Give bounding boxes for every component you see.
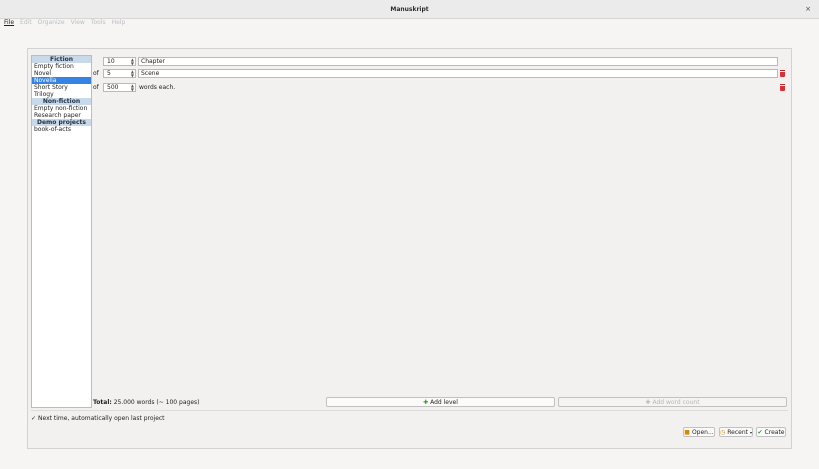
check-icon: ✔ (757, 428, 763, 436)
menu-file[interactable]: File (4, 19, 14, 29)
recent-button[interactable]: ◷ Recent ▾ (719, 427, 753, 437)
total-value: 25.000 words (~ 100 pages) (113, 399, 200, 406)
auto-open-label: Next time, automatically open last proje… (38, 415, 165, 422)
window-title: Manuskript (390, 6, 429, 13)
total-title: Total: (93, 399, 112, 406)
create-button[interactable]: ✔ Create (756, 427, 786, 437)
add-level-button[interactable]: ✚ Add level (326, 397, 555, 407)
delete-word-count-icon[interactable] (779, 84, 786, 91)
words-prefix: of (93, 83, 99, 91)
level-count-value: 5 (107, 69, 111, 77)
level-row-2: of 5 ▲ ▼ Scene (93, 68, 778, 78)
delete-level-icon[interactable] (779, 70, 786, 77)
divider (31, 410, 788, 411)
list-header-fiction: Fiction (32, 56, 91, 63)
list-item-empty-fiction[interactable]: Empty fiction (32, 63, 91, 70)
menu-organize[interactable]: Organize (38, 19, 65, 29)
plus-icon: ✚ (645, 398, 651, 406)
list-item-empty-nonfiction[interactable]: Empty non-fiction (32, 105, 91, 112)
list-item-short-story[interactable]: Short Story (32, 84, 91, 91)
template-list: Fiction Empty fiction Novel Novella Shor… (31, 55, 92, 408)
open-button[interactable]: ■ Open... (683, 427, 715, 437)
title-bar: Manuskript × (0, 0, 819, 19)
menu-help[interactable]: Help (112, 19, 126, 29)
list-item-research-paper[interactable]: Research paper (32, 112, 91, 119)
add-word-count-button[interactable]: ✚ Add word count (558, 397, 787, 407)
spin-arrows-icon[interactable]: ▲ ▼ (131, 57, 134, 66)
spin-arrows-icon[interactable]: ▲ ▼ (131, 69, 134, 78)
auto-open-checkbox[interactable]: ✓ Next time, automatically open last pro… (31, 415, 165, 422)
total-label: Total: 25.000 words (~ 100 pages) (93, 399, 200, 406)
menu-view[interactable]: View (71, 19, 85, 29)
plus-icon: ✚ (423, 398, 429, 406)
folder-icon: ■ (684, 428, 690, 436)
menu-edit[interactable]: Edit (20, 19, 32, 29)
word-count-value: 500 (107, 83, 119, 91)
close-icon[interactable]: × (805, 5, 811, 13)
level-name-input[interactable]: Chapter (138, 56, 778, 66)
level-row-1: 10 ▲ ▼ Chapter (93, 56, 778, 66)
list-item-trilogy[interactable]: Trilogy (32, 91, 91, 98)
words-suffix: words each. (139, 83, 176, 91)
words-row: of 500 ▲ ▼ words each. (93, 82, 175, 92)
list-header-nonfiction: Non-fiction (32, 98, 91, 105)
checkmark-icon[interactable]: ✓ (31, 415, 36, 422)
level-count-spinbox[interactable]: 10 ▲ ▼ (103, 56, 136, 66)
new-project-panel (27, 48, 792, 449)
word-count-spinbox[interactable]: 500 ▲ ▼ (103, 82, 136, 92)
level-count-spinbox[interactable]: 5 ▲ ▼ (103, 68, 136, 78)
menu-tools[interactable]: Tools (91, 19, 106, 29)
level-name-input[interactable]: Scene (138, 68, 778, 78)
level-count-value: 10 (107, 57, 115, 65)
menu-bar: File Edit Organize View Tools Help (4, 19, 125, 29)
list-item-book-of-acts[interactable]: book-of-acts (32, 126, 91, 133)
level-prefix: of (93, 69, 99, 77)
list-item-novella[interactable]: Novella (32, 77, 91, 84)
list-header-demo: Demo projects (32, 119, 91, 126)
list-item-novel[interactable]: Novel (32, 70, 91, 77)
spin-arrows-icon[interactable]: ▲ ▼ (131, 83, 134, 92)
clock-icon: ◷ (720, 428, 726, 436)
chevron-down-icon: ▾ (750, 429, 753, 435)
